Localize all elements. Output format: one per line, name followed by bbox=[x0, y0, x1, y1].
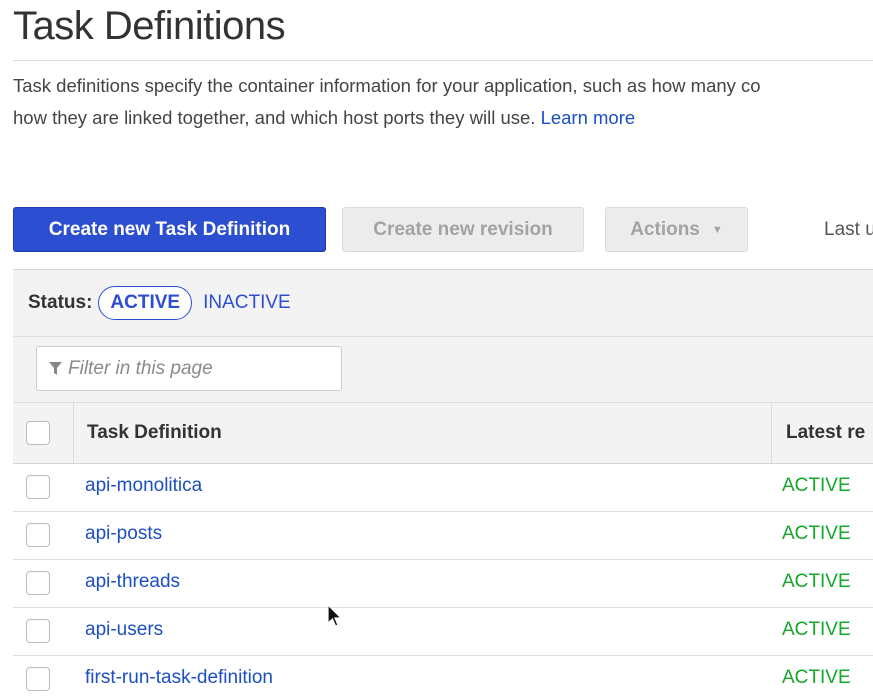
column-header-latest-revision[interactable]: Latest re bbox=[786, 422, 865, 444]
task-definition-link[interactable]: api-posts bbox=[85, 523, 162, 545]
toolbar: Create new Task Definition Create new re… bbox=[13, 207, 873, 254]
table-header: Task Definition Latest re bbox=[13, 403, 873, 464]
caret-down-icon: ▼ bbox=[711, 223, 723, 236]
table-row: api-users ACTIVE bbox=[13, 608, 873, 656]
page-description: Task definitions specify the container i… bbox=[13, 70, 873, 134]
panel-divider bbox=[13, 336, 873, 337]
status-filter: Status: ACTIVE INACTIVE bbox=[28, 285, 291, 321]
table-body: api-monolitica ACTIVE api-posts ACTIVE a… bbox=[13, 464, 873, 697]
row-checkbox[interactable] bbox=[26, 667, 50, 691]
mouse-pointer-icon bbox=[327, 604, 343, 627]
select-all-checkbox[interactable] bbox=[26, 421, 50, 445]
column-separator bbox=[771, 403, 772, 463]
learn-more-link[interactable]: Learn more bbox=[541, 107, 636, 128]
description-line-1: Task definitions specify the container i… bbox=[13, 75, 761, 96]
status-label: Status: bbox=[28, 292, 93, 313]
status-badge: ACTIVE bbox=[782, 571, 851, 592]
column-header-task-definition[interactable]: Task Definition bbox=[87, 422, 222, 444]
table-row: first-run-task-definition ACTIVE bbox=[13, 656, 873, 697]
task-definitions-panel: Status: ACTIVE INACTIVE Task Definition … bbox=[13, 269, 873, 697]
description-line-2-text: how they are linked together, and which … bbox=[13, 107, 536, 128]
row-checkbox[interactable] bbox=[26, 619, 50, 643]
select-all-cell bbox=[13, 403, 74, 463]
task-definition-link[interactable]: first-run-task-definition bbox=[85, 667, 273, 689]
table-row: api-monolitica ACTIVE bbox=[13, 464, 873, 512]
filter-box[interactable] bbox=[36, 346, 342, 391]
status-badge: ACTIVE bbox=[782, 475, 851, 496]
create-task-definition-button[interactable]: Create new Task Definition bbox=[13, 207, 326, 252]
filter-input[interactable] bbox=[68, 357, 328, 380]
create-new-revision-button[interactable]: Create new revision bbox=[342, 207, 584, 252]
description-line-2: how they are linked together, and which … bbox=[13, 102, 873, 134]
row-checkbox[interactable] bbox=[26, 475, 50, 499]
status-badge: ACTIVE bbox=[782, 619, 851, 640]
row-checkbox[interactable] bbox=[26, 571, 50, 595]
task-definition-link[interactable]: api-monolitica bbox=[85, 475, 202, 497]
page-title: Task Definitions bbox=[13, 4, 286, 48]
title-divider bbox=[13, 60, 873, 61]
actions-dropdown-button[interactable]: Actions ▼ bbox=[605, 207, 748, 252]
status-badge: ACTIVE bbox=[782, 667, 851, 688]
actions-label: Actions bbox=[630, 218, 700, 240]
filter-icon bbox=[49, 361, 62, 375]
last-updated-text: Last u bbox=[824, 219, 873, 240]
status-inactive-toggle[interactable]: INACTIVE bbox=[203, 292, 291, 314]
status-active-toggle[interactable]: ACTIVE bbox=[98, 286, 193, 320]
table-row: api-posts ACTIVE bbox=[13, 512, 873, 560]
status-badge: ACTIVE bbox=[782, 523, 851, 544]
table-row: api-threads ACTIVE bbox=[13, 560, 873, 608]
row-checkbox[interactable] bbox=[26, 523, 50, 547]
task-definitions-page: Task Definitions Task definitions specif… bbox=[0, 0, 873, 697]
task-definition-link[interactable]: api-threads bbox=[85, 571, 180, 593]
task-definition-link[interactable]: api-users bbox=[85, 619, 163, 641]
